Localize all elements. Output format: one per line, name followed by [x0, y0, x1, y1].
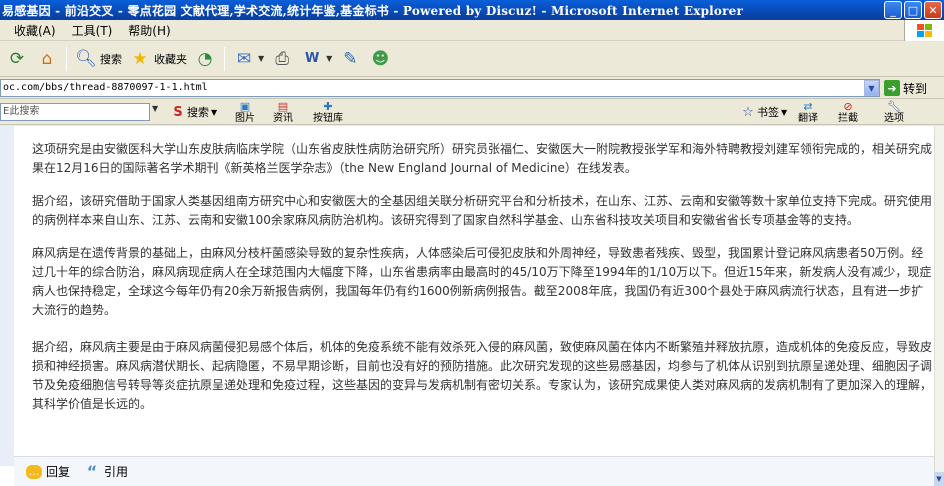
messenger-icon: ☻	[371, 48, 390, 69]
speech-bubble-icon: …	[26, 464, 42, 479]
post-paragraph: 这项研究是由安徽医科大学山东皮肤病临床学院（山东省皮肤性病防治研究所）研究员张福…	[32, 142, 933, 175]
news-icon: ▤	[277, 100, 289, 113]
windows-logo-icon	[904, 20, 944, 41]
chevron-down-icon: ▼	[868, 83, 875, 93]
translate-label: 翻译	[798, 113, 818, 124]
minimize-button[interactable]: _	[884, 1, 902, 19]
post-paragraph: 麻风病是在遗传背景的基础上，由麻风分枝杆菌感染导致的复杂性疾病，人体感染后可侵犯…	[32, 246, 932, 317]
close-button[interactable]: ✕	[924, 1, 942, 19]
reply-label: 回复	[46, 465, 71, 479]
discuss-button[interactable]: ✎	[335, 44, 365, 74]
word-document-icon: W	[304, 51, 320, 66]
address-input[interactable]: oc.com/bbs/thread-8870097-1-1.html	[0, 79, 880, 97]
post-author-column	[0, 126, 14, 466]
maximize-button[interactable]: □	[904, 1, 922, 19]
reply-button[interactable]: … 回复	[26, 463, 70, 480]
menu-tools[interactable]: 工具(T)	[64, 22, 121, 39]
magnifier-icon: 🔍︎	[75, 48, 97, 69]
favorites-button-label: 收藏夹	[154, 52, 187, 66]
window-controls: _ □ ✕	[882, 1, 942, 19]
post-paragraph: 据介绍，该研究借助于国家人类基因组南方研究中心和安徽医大的全基因组关联分析研究平…	[32, 194, 933, 227]
toolbar-separator	[224, 46, 225, 71]
popup-block-button[interactable]: ⊘ 拦截	[838, 100, 858, 125]
quote-button[interactable]: “ 引用	[84, 462, 129, 481]
chevron-down-icon[interactable]: ▼	[152, 104, 158, 113]
print-button[interactable]: ⎙	[267, 44, 297, 74]
page-content: 这项研究是由安徽医科大学山东皮肤病临床学院（山东省皮肤性病防治研究所）研究员张福…	[0, 126, 944, 486]
wrench-icon: 🔧︎	[887, 100, 901, 113]
post-paragraph: 据介绍，麻风病主要是由于麻风病菌侵犯易感个体后，机体的免疫系统不能有效杀死入侵的…	[32, 340, 933, 411]
star-outline-icon: ☆	[742, 104, 754, 120]
toolbar-search-label: 搜索	[187, 106, 209, 119]
favorites-button[interactable]: ★ 收藏夹	[125, 44, 190, 74]
search-button[interactable]: 🔍︎ 搜索	[71, 44, 125, 74]
history-icon: ◔	[197, 48, 213, 69]
scroll-down-icon[interactable]: ▼	[934, 472, 944, 486]
menu-favorites[interactable]: 收藏(A)	[0, 22, 64, 39]
bookmarks-label: 书签	[757, 106, 779, 119]
go-button[interactable]: ➜ 转到	[884, 79, 927, 97]
star-icon: ★	[132, 48, 148, 69]
toolbar-separator	[66, 46, 67, 71]
images-button[interactable]: ▣ 图片	[235, 100, 255, 125]
button-library-label: 按钮库	[313, 113, 343, 124]
news-label: 资讯	[273, 113, 293, 124]
quill-icon: ✎	[343, 48, 358, 69]
edit-button[interactable]: W ▼	[297, 44, 335, 74]
button-library-button[interactable]: ✚ 按钮库	[313, 100, 343, 125]
translate-icon: ⇄	[803, 100, 813, 113]
vertical-scrollbar[interactable]: ▼	[934, 126, 944, 486]
refresh-button[interactable]: ⟳	[2, 44, 32, 74]
address-dropdown-button[interactable]: ▼	[864, 80, 879, 96]
go-button-label: 转到	[903, 81, 928, 96]
chevron-down-icon: ▼	[781, 107, 788, 117]
quote-label: 引用	[104, 465, 129, 479]
add-button-icon: ✚	[323, 100, 333, 113]
popup-block-label: 拦截	[838, 113, 858, 124]
chevron-down-icon: ▼	[211, 107, 218, 117]
standard-toolbar: ⟳ ⌂ 🔍︎ 搜索 ★ 收藏夹 ◔ ✉ ▼ ⎙ W ▼ ✎ ☻	[0, 41, 944, 77]
mail-icon: ✉	[236, 48, 252, 69]
window-title: 易感基因 - 前沿交叉 - 零点花园 文献代理,学术交流,统计年鉴,基金标书 -…	[2, 3, 743, 18]
address-bar: oc.com/bbs/thread-8870097-1-1.html ▼ ➜ 转…	[0, 77, 944, 99]
options-label: 选项	[884, 113, 904, 124]
history-button[interactable]: ◔	[190, 44, 220, 74]
toolbar-search-button[interactable]: S 搜索 ▼	[170, 101, 217, 123]
options-button[interactable]: 🔧︎ 选项	[884, 100, 904, 125]
bookmarks-button[interactable]: ☆ 书签 ▼	[740, 101, 787, 123]
chevron-down-icon: ▼	[258, 54, 265, 63]
block-icon: ⊘	[843, 100, 853, 113]
window-titlebar: 易感基因 - 前沿交叉 - 零点花园 文献代理,学术交流,统计年鉴,基金标书 -…	[0, 0, 944, 20]
go-arrow-icon: ➜	[884, 80, 900, 96]
printer-icon: ⎙	[275, 48, 289, 69]
quote-icon: “	[86, 462, 98, 481]
search-engine-icon: S	[173, 104, 183, 120]
mail-button[interactable]: ✉ ▼	[229, 44, 267, 74]
images-label: 图片	[235, 113, 255, 124]
search-input[interactable]: E此搜索	[0, 103, 150, 121]
messenger-button[interactable]: ☻	[365, 44, 395, 74]
image-icon: ▣	[239, 100, 251, 113]
search-button-label: 搜索	[100, 52, 122, 66]
search-toolbar: E此搜索 ▼ S 搜索 ▼ ▣ 图片 ▤ 资讯 ✚ 按钮库 ☆ 书签 ▼ ⇄ 翻…	[0, 99, 944, 125]
menu-bar: 收藏(A) 工具(T) 帮助(H)	[0, 20, 944, 41]
home-icon: ⌂	[41, 48, 53, 69]
post-actions-bar: … 回复 “ 引用	[14, 456, 934, 486]
menu-help[interactable]: 帮助(H)	[120, 22, 178, 39]
news-button[interactable]: ▤ 资讯	[273, 100, 293, 125]
chevron-down-icon: ▼	[326, 54, 333, 63]
home-button[interactable]: ⌂	[32, 44, 62, 74]
translate-button[interactable]: ⇄ 翻译	[798, 100, 818, 125]
refresh-icon: ⟳	[9, 48, 25, 69]
